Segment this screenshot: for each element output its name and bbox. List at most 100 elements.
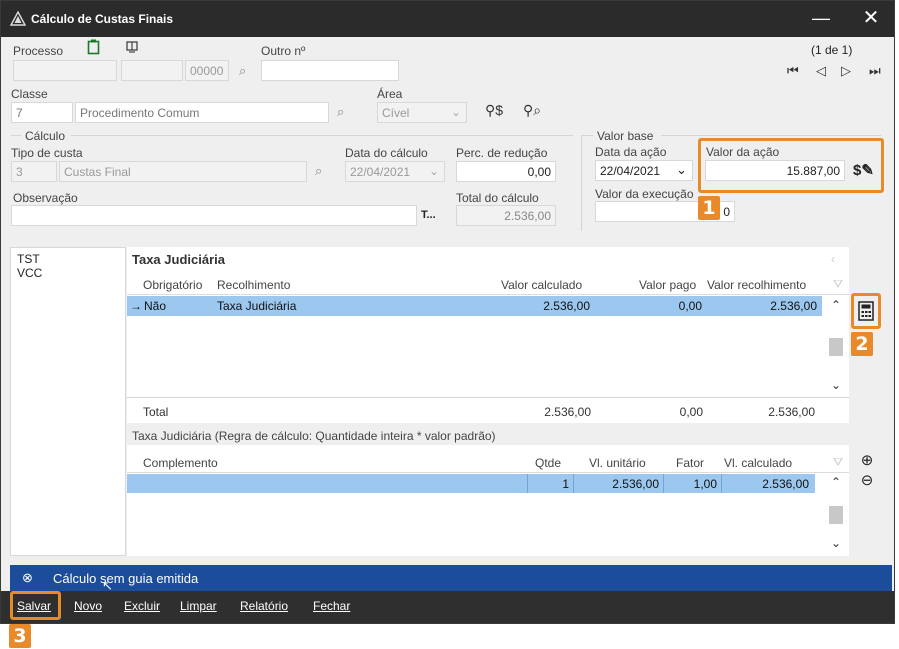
cancel-circle-icon: ⊗ (22, 570, 33, 585)
total-calculo-label: Total do cálculo (456, 191, 539, 205)
minimize-button[interactable]: — (809, 7, 833, 31)
search-icon[interactable]: ⌕ (315, 163, 322, 179)
scroll-thumb[interactable] (829, 506, 843, 524)
area-select[interactable]: Cível ⌄ (377, 102, 467, 123)
col-complemento[interactable]: Complemento (143, 456, 218, 470)
custa-type-list[interactable]: TST VCC (10, 247, 126, 556)
area-value: Cível (382, 106, 410, 120)
divider (663, 474, 664, 493)
classe-code-field[interactable]: 7 (11, 102, 73, 123)
remove-circle-icon[interactable]: ⊖ (856, 470, 878, 492)
processo-label: Processo (13, 44, 64, 58)
scroll-down-icon[interactable]: ⌄ (831, 536, 841, 550)
add-circle-icon[interactable]: ⊕ (856, 450, 878, 472)
chevron-down-icon: ⌄ (428, 164, 439, 178)
note-icon[interactable] (126, 41, 138, 53)
next-record-icon[interactable]: ▷ (841, 63, 851, 79)
col-valor-calculado[interactable]: Valor calculado (501, 278, 582, 292)
collapse-left-icon[interactable]: ‹ (831, 252, 835, 266)
divider (127, 397, 849, 398)
scroll-down-icon[interactable]: ⌄ (831, 378, 841, 392)
pager-text: (1 de 1) (811, 43, 853, 57)
outro-label: Outro nº (261, 44, 306, 58)
col-fator[interactable]: Fator (676, 456, 704, 470)
delete-button[interactable]: Excluir (124, 599, 160, 613)
processo-number-field[interactable] (13, 60, 117, 81)
divider (11, 135, 21, 136)
classe-name-field[interactable]: Procedimento Comum (75, 102, 329, 123)
new-document-icon[interactable] (87, 39, 101, 55)
scroll-up-icon[interactable]: ⌃ (831, 298, 841, 312)
person-search-icon[interactable]: ⚲⌕ (523, 102, 541, 119)
chevron-down-icon: ⌄ (676, 162, 687, 177)
last-record-icon[interactable]: ⏭ (869, 63, 881, 79)
outro-field[interactable] (261, 60, 399, 81)
list-item[interactable]: TST (11, 252, 125, 266)
clear-button[interactable]: Limpar (180, 599, 217, 613)
regra-scrollbar[interactable]: ⌃ ⌄ (827, 474, 845, 554)
total-label: Total (143, 405, 169, 419)
col-valor-recolhimento[interactable]: Valor recolhimento (707, 278, 806, 292)
col-vl-calculado[interactable]: Vl. calculado (724, 456, 792, 470)
col-vl-unitario[interactable]: Vl. unitário (589, 456, 646, 470)
tipo-custa-label: Tipo de custa (11, 146, 83, 160)
tipo-code-field[interactable]: 3 (11, 161, 57, 182)
tipo-name-field[interactable]: Custas Final (59, 161, 307, 182)
filter-icon[interactable]: ⛛ (833, 455, 843, 470)
divider (527, 474, 528, 493)
filter-icon[interactable]: ⛛ (833, 277, 843, 292)
observacao-label: Observação (13, 191, 78, 205)
text-expand-button[interactable]: T... (421, 209, 436, 221)
col-obrigatorio[interactable]: Obrigatório (143, 278, 202, 292)
divider (71, 135, 573, 136)
cell-fator: 1,00 (693, 477, 717, 491)
data-calculo-field[interactable]: 22/04/2021 ⌄ (345, 161, 445, 182)
first-record-icon[interactable]: ⏮ (787, 63, 799, 79)
observacao-field[interactable] (11, 205, 417, 226)
window-title: Cálculo de Custas Finais (31, 12, 174, 26)
processo-suffix-field[interactable]: 00000 (185, 60, 229, 81)
regra-caption-bar: Taxa Judiciária (Regra de cálculo: Quant… (127, 423, 849, 445)
cell-valor-recolhimento: 2.536,00 (770, 299, 817, 313)
table-row[interactable]: → Não Taxa Judiciária 2.536,00 0,00 2.53… (127, 296, 822, 316)
divider (573, 474, 574, 493)
highlight-box-3 (10, 591, 61, 620)
valor-base-section-label: Valor base (597, 129, 654, 143)
data-acao-field[interactable]: 22/04/2021 ⌄ (595, 160, 693, 181)
status-text: Cálculo sem guia emitida (53, 571, 199, 586)
taxa-title: Taxa Judiciária (132, 252, 225, 267)
scroll-thumb[interactable] (829, 338, 843, 356)
search-icon[interactable]: ⌕ (239, 63, 246, 79)
col-valor-pago[interactable]: Valor pago (639, 278, 696, 292)
new-button[interactable]: Novo (74, 599, 102, 613)
row-pointer-icon: → (130, 299, 142, 313)
perc-reducao-label: Perc. de redução (456, 146, 548, 160)
list-item[interactable]: VCC (11, 266, 125, 280)
person-dollar-icon[interactable]: ⚲$ (485, 102, 503, 119)
previous-record-icon[interactable]: ◁ (816, 63, 826, 79)
main-window: Cálculo de Custas Finais — ✕ Processo Ou… (0, 0, 895, 624)
highlight-box-2 (851, 293, 881, 329)
total-valor-pago: 0,00 (679, 405, 703, 419)
total-valor-calculado: 2.536,00 (544, 405, 591, 419)
close-form-button[interactable]: Fechar (313, 599, 350, 613)
processo-part2-field[interactable] (121, 60, 183, 81)
col-recolhimento[interactable]: Recolhimento (217, 278, 290, 292)
calculo-section-label: Cálculo (25, 129, 66, 143)
cell-qtde: 1 (562, 477, 569, 491)
app-logo-icon (10, 11, 26, 26)
table-row[interactable]: 1 2.536,00 1,00 2.536,00 (127, 474, 815, 493)
scroll-up-icon[interactable]: ⌃ (831, 475, 841, 489)
cell-recolhimento: Taxa Judiciária (217, 299, 297, 313)
chevron-down-icon: ⌄ (450, 105, 461, 119)
taxa-scrollbar[interactable]: ⌃ ⌄ (827, 296, 845, 396)
step-badge-2: 2 (851, 332, 873, 356)
search-icon[interactable]: ⌕ (337, 104, 344, 120)
col-qtde[interactable]: Qtde (535, 456, 561, 470)
perc-reducao-field[interactable]: 0,00 (456, 161, 556, 182)
data-acao-value: 22/04/2021 (600, 164, 661, 178)
close-button[interactable]: ✕ (858, 7, 884, 31)
report-button[interactable]: Relatório (240, 599, 288, 613)
taxa-grid-header: Obrigatório Recolhimento Valor calculado… (127, 273, 849, 295)
cell-valor-pago: 0,00 (678, 299, 702, 313)
